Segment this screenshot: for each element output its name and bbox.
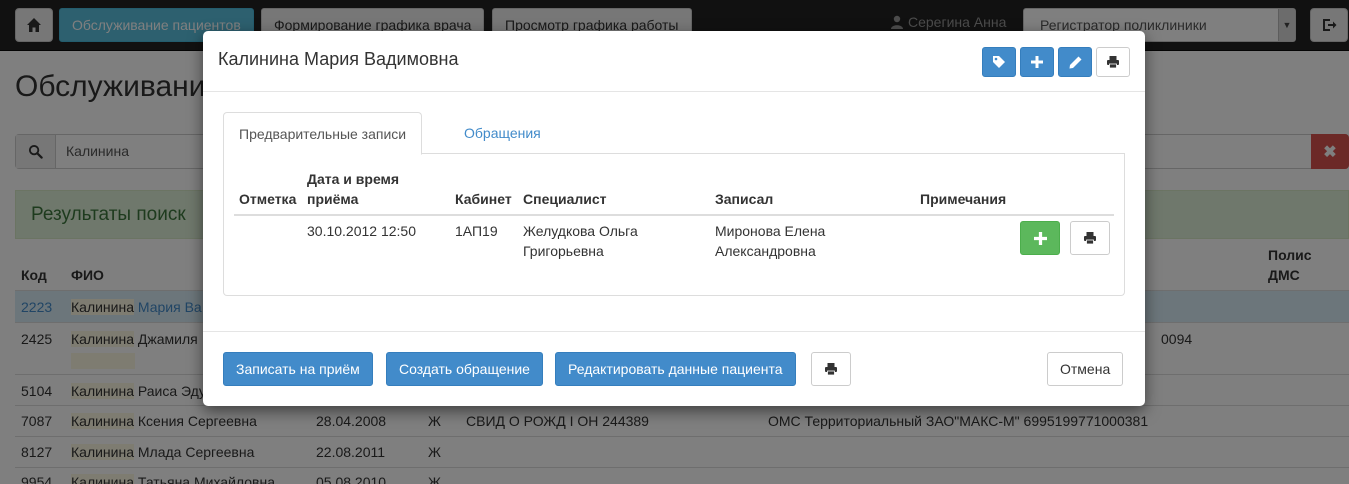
row-add-button[interactable] bbox=[1020, 221, 1060, 255]
modal-title: Калинина Мария Вадимовна bbox=[218, 49, 459, 69]
cancel-button[interactable]: Отмена bbox=[1047, 352, 1124, 386]
column-header-recorded-by: Записал bbox=[715, 191, 774, 207]
cell-room: 1АП19 bbox=[455, 223, 498, 239]
modal-header: Калинина Мария Вадимовна bbox=[203, 31, 1145, 92]
cell-specialist: Григорьевна bbox=[523, 243, 604, 259]
cell-recorded-by: Миронова Елена bbox=[715, 223, 826, 239]
column-header-mark: Отметка bbox=[239, 191, 297, 207]
add-button[interactable] bbox=[1020, 47, 1054, 77]
cell-datetime: 30.10.2012 12:50 bbox=[307, 223, 416, 239]
cell-recorded-by: Александровна bbox=[715, 243, 816, 259]
column-header-specialist: Специалист bbox=[523, 191, 607, 207]
pencil-icon bbox=[1069, 56, 1082, 69]
plus-icon bbox=[1031, 56, 1043, 68]
tag-button[interactable] bbox=[982, 47, 1016, 77]
patient-modal: Калинина Мария Вадимовна Предварительные… bbox=[203, 31, 1145, 406]
print-icon bbox=[1106, 55, 1120, 69]
print-icon bbox=[1083, 231, 1097, 245]
modal-footer: Записать на приём Создать обращение Реда… bbox=[203, 331, 1145, 406]
column-header-datetime: Дата и время bbox=[307, 171, 400, 187]
book-appointment-button[interactable]: Записать на приём bbox=[223, 352, 373, 386]
print-icon bbox=[824, 362, 838, 376]
cell-specialist: Желудкова Ольга bbox=[523, 223, 638, 239]
column-header-notes: Примечания bbox=[920, 191, 1007, 207]
row-print-button[interactable] bbox=[1070, 221, 1110, 255]
table-header-divider bbox=[234, 214, 1114, 216]
edit-patient-button[interactable]: Редактировать данные пациента bbox=[555, 352, 796, 386]
edit-button[interactable] bbox=[1058, 47, 1092, 77]
column-header-datetime: приёма bbox=[307, 191, 359, 207]
column-header-room: Кабинет bbox=[455, 191, 512, 207]
appointments-table: Отметка Дата и время приёма Кабинет Спец… bbox=[223, 153, 1125, 296]
print-button[interactable] bbox=[1096, 47, 1130, 77]
plus-icon bbox=[1033, 231, 1047, 245]
footer-print-button[interactable] bbox=[811, 352, 851, 386]
modal-tabs: Предварительные записи Обращения bbox=[223, 112, 1125, 155]
tab-preliminary-records[interactable]: Предварительные записи bbox=[223, 112, 423, 155]
create-appeal-button[interactable]: Создать обращение bbox=[386, 352, 543, 386]
tab-appeals[interactable]: Обращения bbox=[449, 112, 556, 154]
tag-icon bbox=[992, 55, 1006, 69]
